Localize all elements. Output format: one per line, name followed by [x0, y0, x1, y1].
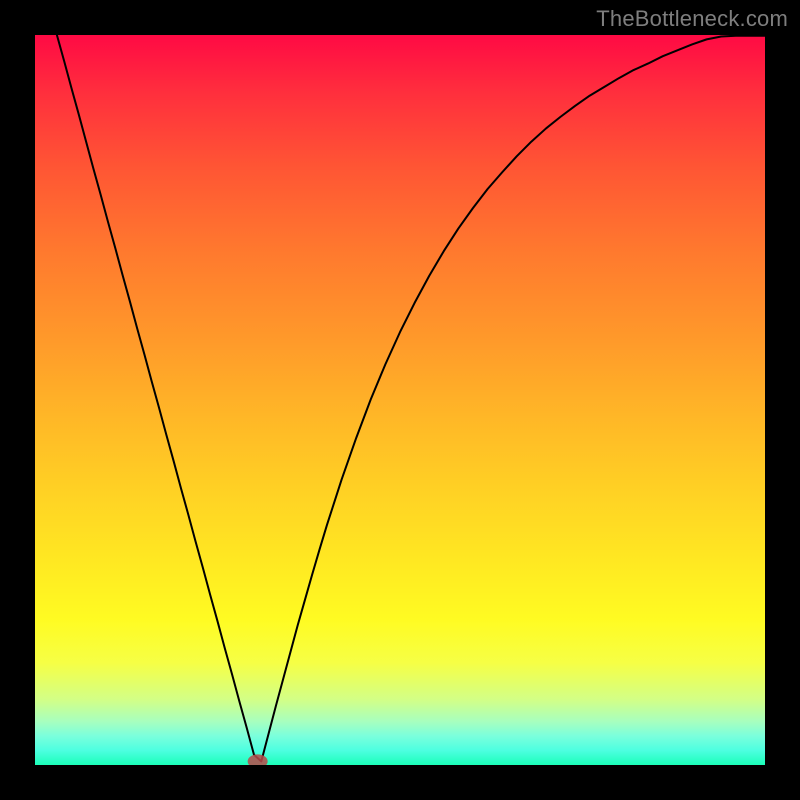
bottleneck-curve — [57, 35, 765, 761]
curve-svg — [35, 35, 765, 765]
plot-area — [35, 35, 765, 765]
chart-frame: TheBottleneck.com — [0, 0, 800, 800]
minimum-marker — [248, 754, 268, 765]
watermark-text: TheBottleneck.com — [596, 6, 788, 32]
